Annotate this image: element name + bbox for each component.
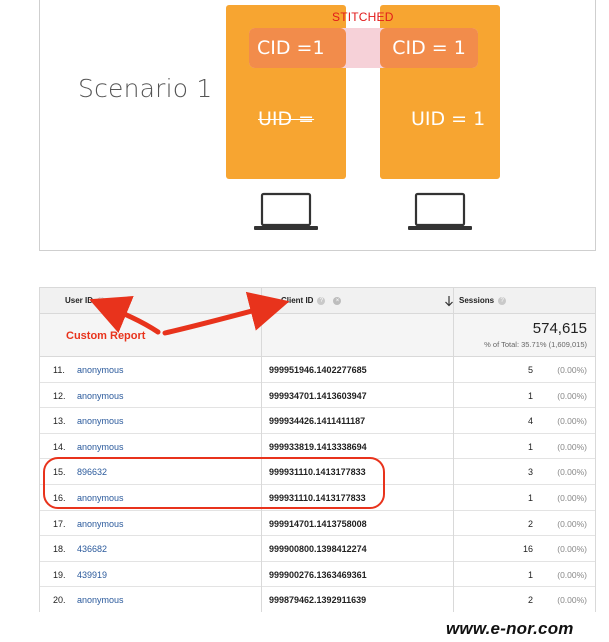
sessions-percent: (0.00%) [557, 416, 587, 427]
sessions-percent: (0.00%) [557, 441, 587, 452]
table-row: 18. 436682 999900800.1398412274 16 (0.00%) [40, 536, 595, 562]
row-index: 15. [53, 467, 66, 478]
row-index: 19. [53, 569, 66, 580]
cid-chip-left: CID =1 [249, 28, 346, 68]
laptop-icon [254, 192, 318, 230]
sessions-value: 4 [527, 416, 533, 427]
client-id-value: 999934426.1411411187 [269, 416, 366, 427]
sessions-value: 3 [527, 467, 533, 478]
user-id-link[interactable]: anonymous [77, 365, 124, 375]
row-index: 12. [53, 390, 66, 401]
sessions-percent: (0.00%) [557, 595, 587, 606]
column-header-label: Client ID [281, 296, 314, 305]
column-divider [261, 287, 262, 612]
table-row: 15. 896632 999931110.1413177833 3 (0.00%) [40, 459, 595, 485]
client-id-value: 999933819.1413338694 [269, 441, 367, 452]
table-header: User ID? Client ID? × Sessions? [40, 287, 595, 314]
sessions-value: 1 [527, 569, 533, 580]
scenario-label: Scenario 1 [78, 74, 213, 103]
column-header-label: User ID [65, 296, 94, 305]
custom-report-annotation: Custom Report [66, 330, 146, 342]
user-id-link[interactable]: anonymous [77, 391, 124, 401]
sessions-value: 2 [527, 595, 533, 606]
user-id-link[interactable]: anonymous [77, 493, 124, 503]
row-index: 13. [53, 416, 66, 427]
sessions-value: 2 [527, 518, 533, 529]
table-row: 16. anonymous 999931110.1413177833 1 (0.00%) [40, 485, 595, 511]
row-index: 18. [53, 544, 66, 555]
sessions-percent: (0.00%) [557, 518, 587, 529]
stitched-label: STITCHED [332, 10, 394, 24]
row-index: 17. [53, 518, 66, 529]
table-row: 14. anonymous 999933819.1413338694 1 (0.00%) [40, 434, 595, 460]
sessions-value: 5 [527, 365, 533, 375]
user-id-link[interactable]: anonymous [77, 519, 124, 529]
row-index: 11. [53, 365, 65, 375]
column-header-user-id[interactable]: User ID? [65, 288, 106, 313]
user-id-link[interactable]: anonymous [77, 416, 124, 426]
help-icon[interactable]: ? [317, 296, 326, 305]
column-header-label: Sessions [459, 296, 495, 305]
user-id-link[interactable]: 436682 [77, 544, 107, 554]
uid-label-right: UID = 1 [411, 108, 486, 130]
sessions-percent: (0.00%) [557, 544, 587, 555]
column-header-sessions[interactable]: Sessions? [459, 288, 507, 313]
sessions-percent: (0.00%) [557, 365, 587, 375]
sessions-value: 16 [522, 544, 533, 555]
sessions-value: 1 [527, 390, 533, 401]
sessions-total: 574,615 [532, 320, 587, 337]
remove-dimension-icon[interactable]: × [333, 296, 342, 305]
help-icon[interactable]: ? [97, 296, 106, 305]
row-index: 16. [53, 493, 66, 503]
client-id-value: 999900800.1398412274 [269, 544, 367, 555]
sessions-percent: (0.00%) [557, 493, 587, 503]
client-id-value: 999951946.1402277685 [269, 365, 367, 375]
client-id-value: 999879462.1392911639 [269, 595, 367, 606]
client-id-value: 999900276.1363469361 [269, 569, 367, 580]
cid-chip-right: CID = 1 [380, 28, 478, 68]
client-id-value: 999914701.1413758008 [269, 518, 367, 529]
user-id-link[interactable]: anonymous [77, 442, 124, 452]
table-row: 20. anonymous 999879462.1392911639 2 (0.00%) [40, 587, 595, 612]
sessions-value: 1 [527, 493, 533, 503]
table-row: 19. 439919 999900276.1363469361 1 (0.00%) [40, 562, 595, 588]
row-index: 14. [53, 441, 66, 452]
client-id-value: 999931110.1413177833 [269, 493, 366, 503]
sessions-percent: (0.00%) [557, 390, 587, 401]
uid-label-left: UID = [258, 108, 315, 130]
table-row: 17. anonymous 999914701.1413758008 2 (0.00%) [40, 511, 595, 537]
sessions-percent: (0.00%) [557, 467, 587, 478]
table-row: 12. anonymous 999934701.1413603947 1 (0.00%) [40, 383, 595, 409]
table-row: 13. anonymous 999934426.1411411187 4 (0.00%) [40, 408, 595, 434]
user-id-link[interactable]: anonymous [77, 595, 124, 605]
column-divider [453, 287, 454, 612]
client-id-value: 999931110.1413177833 [269, 467, 366, 478]
laptop-icon [408, 192, 472, 230]
table-row: 11. anonymous 999951946.1402277685 5 (0.00%) [40, 357, 595, 383]
help-icon[interactable]: ? [498, 296, 507, 305]
sessions-percent: (0.00%) [557, 569, 587, 580]
column-header-client-id[interactable]: Client ID? × [281, 288, 342, 313]
user-id-link[interactable]: 439919 [77, 570, 107, 580]
user-id-link[interactable]: 896632 [77, 467, 107, 477]
row-index: 20. [53, 595, 66, 606]
sessions-value: 1 [527, 441, 533, 452]
client-id-value: 999934701.1413603947 [269, 390, 367, 401]
sessions-total-percent: % of Total: 35.71% (1,609,015) [484, 340, 587, 349]
site-watermark: www.e-nor.com [446, 619, 574, 638]
custom-report-table: User ID? Client ID? × Sessions? 574,615 %… [39, 287, 596, 612]
